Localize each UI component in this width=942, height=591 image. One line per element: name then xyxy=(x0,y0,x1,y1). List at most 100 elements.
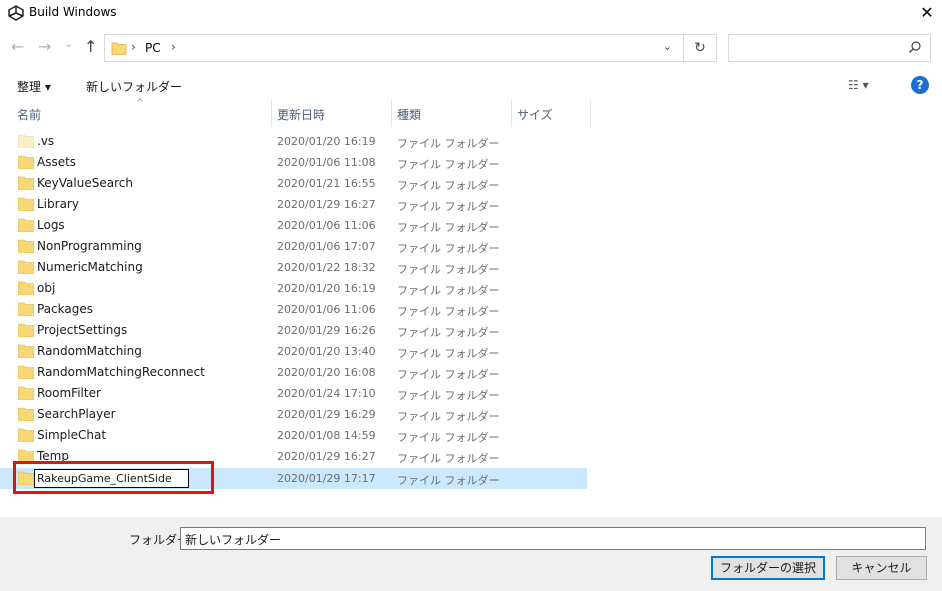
folder-icon xyxy=(18,428,34,442)
list-item[interactable]: Logs 2020/01/06 11:06 ファイル フォルダー xyxy=(0,215,587,236)
list-item[interactable]: SearchPlayer 2020/01/29 16:29 ファイル フォルダー xyxy=(0,404,587,425)
file-date: 2020/01/08 14:59 xyxy=(277,429,376,442)
highlight-annotation xyxy=(13,461,214,494)
column-divider[interactable] xyxy=(391,100,392,127)
column-divider[interactable] xyxy=(271,100,272,127)
file-name: Assets xyxy=(37,155,77,169)
file-date: 2020/01/29 17:17 xyxy=(277,472,376,485)
file-name: RandomMatching xyxy=(37,344,142,358)
list-item[interactable]: RoomFilter 2020/01/24 17:10 ファイル フォルダー xyxy=(0,383,587,404)
folder-icon xyxy=(18,407,34,421)
folder-icon xyxy=(18,197,34,211)
file-type: ファイル フォルダー xyxy=(397,305,500,318)
folder-icon xyxy=(18,260,34,274)
list-item[interactable]: Assets 2020/01/06 11:08 ファイル フォルダー xyxy=(0,152,587,173)
sort-ascending-icon: ^ xyxy=(136,98,145,109)
file-name: Packages xyxy=(37,302,93,316)
folder-icon xyxy=(18,239,34,253)
file-type: ファイル フォルダー xyxy=(397,284,500,297)
file-type: ファイル フォルダー xyxy=(397,410,500,423)
cancel-button[interactable]: キャンセル xyxy=(836,556,927,580)
file-date: 2020/01/20 16:08 xyxy=(277,366,376,379)
file-type: ファイル フォルダー xyxy=(397,200,500,213)
file-type: ファイル フォルダー xyxy=(397,474,500,487)
folder-icon xyxy=(18,281,34,295)
column-header-size[interactable]: サイズ xyxy=(517,106,553,123)
file-date: 2020/01/29 16:26 xyxy=(277,324,376,337)
address-bar[interactable]: › PC › ⌄ ↻ xyxy=(104,34,717,62)
column-divider[interactable] xyxy=(590,100,591,127)
file-date: 2020/01/20 16:19 xyxy=(277,135,376,148)
file-date: 2020/01/20 16:19 xyxy=(277,282,376,295)
list-item[interactable]: Library 2020/01/29 16:27 ファイル フォルダー xyxy=(0,194,587,215)
file-name: ProjectSettings xyxy=(37,323,128,337)
file-type: ファイル フォルダー xyxy=(397,158,500,171)
select-folder-button[interactable]: フォルダーの選択 xyxy=(711,556,825,580)
navigation-bar: ← → ⌄ ↑ › PC › ⌄ ↻ xyxy=(0,33,942,63)
folder-icon xyxy=(18,218,34,232)
file-type: ファイル フォルダー xyxy=(397,263,500,276)
file-type: ファイル フォルダー xyxy=(397,431,500,444)
column-header-date[interactable]: 更新日時 xyxy=(277,106,325,123)
forward-arrow-icon[interactable]: → xyxy=(38,37,51,56)
search-icon xyxy=(909,41,921,53)
window-title: Build Windows xyxy=(29,5,117,19)
file-type: ファイル フォルダー xyxy=(397,221,500,234)
file-name: Logs xyxy=(37,218,65,232)
column-headers: ^ 名前 更新日時 種類 サイズ xyxy=(0,98,942,127)
folder-icon xyxy=(18,365,34,379)
close-icon[interactable]: ✕ xyxy=(912,0,942,26)
list-item[interactable]: obj 2020/01/20 16:19 ファイル フォルダー xyxy=(0,278,587,299)
file-name: RoomFilter xyxy=(37,386,101,400)
file-name: NumericMatching xyxy=(37,260,143,274)
up-arrow-icon[interactable]: ↑ xyxy=(84,37,97,56)
search-input[interactable] xyxy=(728,34,931,62)
title-bar: Build Windows ✕ xyxy=(0,0,942,26)
file-name: SearchPlayer xyxy=(37,407,116,421)
column-header-type[interactable]: 種類 xyxy=(397,106,421,123)
list-item[interactable]: SimpleChat 2020/01/08 14:59 ファイル フォルダー xyxy=(0,425,587,446)
file-date: 2020/01/24 17:10 xyxy=(277,387,376,400)
file-type: ファイル フォルダー xyxy=(397,242,500,255)
list-item[interactable]: .vs 2020/01/20 16:19 ファイル フォルダー xyxy=(0,131,587,152)
file-type: ファイル フォルダー xyxy=(397,137,500,150)
list-item[interactable]: NonProgramming 2020/01/06 17:07 ファイル フォル… xyxy=(0,236,587,257)
breadcrumb-pc[interactable]: PC xyxy=(145,41,161,55)
folder-icon xyxy=(18,134,34,148)
address-dropdown-icon[interactable]: ⌄ xyxy=(663,40,672,53)
folder-icon xyxy=(18,344,34,358)
list-item[interactable]: ProjectSettings 2020/01/29 16:26 ファイル フォ… xyxy=(0,320,587,341)
file-type: ファイル フォルダー xyxy=(397,347,500,360)
file-date: 2020/01/29 16:29 xyxy=(277,408,376,421)
help-icon[interactable]: ? xyxy=(911,76,929,94)
recent-locations-icon[interactable]: ⌄ xyxy=(64,37,73,50)
command-bar: 整理 ▾ 新しいフォルダー ☷ ▾ ? xyxy=(0,72,942,98)
new-folder-button[interactable]: 新しいフォルダー xyxy=(86,78,182,95)
refresh-icon[interactable]: ↻ xyxy=(683,35,716,61)
column-header-name[interactable]: 名前 xyxy=(17,106,41,123)
file-type: ファイル フォルダー xyxy=(397,452,500,465)
folder-icon xyxy=(111,42,127,55)
column-divider[interactable] xyxy=(511,100,512,127)
folder-icon xyxy=(18,302,34,316)
file-name: .vs xyxy=(37,134,55,148)
file-date: 2020/01/29 16:27 xyxy=(277,198,376,211)
file-type: ファイル フォルダー xyxy=(397,368,500,381)
list-item[interactable]: KeyValueSearch 2020/01/21 16:55 ファイル フォル… xyxy=(0,173,587,194)
file-date: 2020/01/20 13:40 xyxy=(277,345,376,358)
file-date: 2020/01/06 17:07 xyxy=(277,240,376,253)
file-date: 2020/01/06 11:08 xyxy=(277,156,376,169)
list-item[interactable]: NumericMatching 2020/01/22 18:32 ファイル フォ… xyxy=(0,257,587,278)
organize-button[interactable]: 整理 ▾ xyxy=(17,78,51,95)
list-item[interactable]: RandomMatching 2020/01/20 13:40 ファイル フォル… xyxy=(0,341,587,362)
file-date: 2020/01/22 18:32 xyxy=(277,261,376,274)
list-item[interactable]: Packages 2020/01/06 11:06 ファイル フォルダー xyxy=(0,299,587,320)
folder-name-field[interactable]: 新しいフォルダー xyxy=(180,527,926,550)
file-date: 2020/01/21 16:55 xyxy=(277,177,376,190)
back-arrow-icon[interactable]: ← xyxy=(11,37,24,56)
view-options-icon[interactable]: ☷ ▾ xyxy=(848,78,869,92)
list-item[interactable]: RandomMatchingReconnect 2020/01/20 16:08… xyxy=(0,362,587,383)
file-name: KeyValueSearch xyxy=(37,176,133,190)
file-date: 2020/01/06 11:06 xyxy=(277,303,376,316)
breadcrumb-expand-icon[interactable]: › xyxy=(171,40,176,54)
